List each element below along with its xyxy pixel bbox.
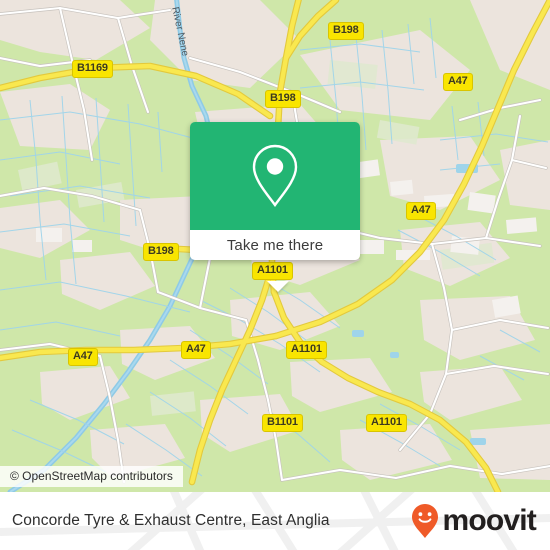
shield-a47-southwest: A47	[68, 348, 98, 366]
place-title: Concorde Tyre & Exhaust Centre, East Ang…	[12, 512, 330, 529]
moovit-logo[interactable]: moovit	[410, 503, 537, 539]
shield-a1101-middle: A1101	[286, 341, 327, 359]
shield-a47-ne: A47	[443, 73, 473, 91]
shield-b198-west: B198	[143, 243, 179, 261]
moovit-wordmark: moovit	[442, 504, 536, 537]
shield-b1101: B1101	[262, 414, 303, 432]
popup-header	[190, 122, 360, 230]
map-screenshot: River Nene 9 B1169 B198 B198 A47 A47 B19…	[0, 0, 550, 550]
place-popup-card[interactable]: Take me there	[190, 122, 360, 292]
location-pin-icon	[252, 144, 298, 208]
popup-pointer-tail	[267, 281, 289, 292]
shield-a47-east: A47	[406, 202, 436, 220]
shield-b198-mid: B198	[265, 90, 301, 108]
footer-bar: Concorde Tyre & Exhaust Centre, East Ang…	[0, 492, 550, 550]
shield-b198-top: B198	[328, 22, 364, 40]
shield-a1101-top: A1101	[252, 262, 293, 280]
shield-b1169: B1169	[72, 60, 113, 78]
popup-action-bar[interactable]: Take me there	[190, 230, 360, 260]
shield-a47-south: A47	[181, 341, 211, 359]
shield-a1101-southeast: A1101	[366, 414, 407, 432]
take-me-there-label: Take me there	[226, 236, 324, 254]
moovit-pin-smiley-icon	[412, 504, 439, 538]
osm-attribution[interactable]: © OpenStreetMap contributors	[0, 466, 183, 487]
map-canvas[interactable]: River Nene 9 B1169 B198 B198 A47 A47 B19…	[0, 0, 550, 492]
